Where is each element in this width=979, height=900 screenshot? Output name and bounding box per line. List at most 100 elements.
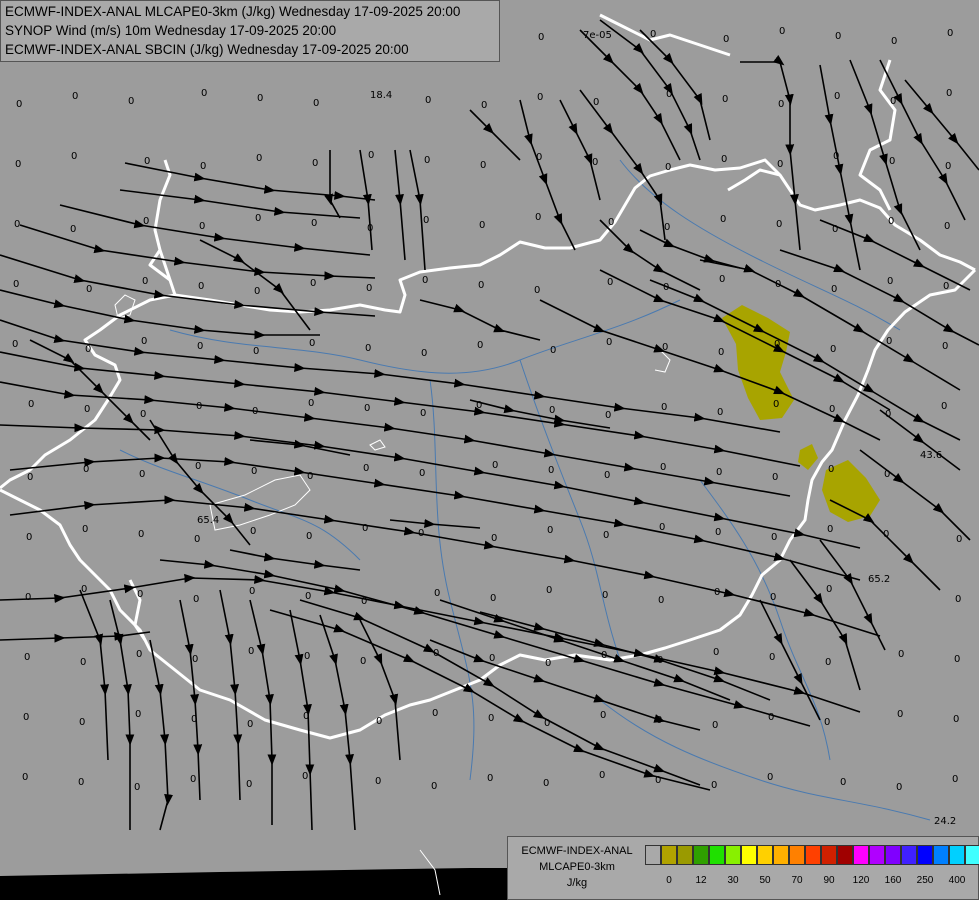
sbcin-value-label: 0 xyxy=(70,224,76,235)
sbcin-value-label: 0 xyxy=(254,286,260,297)
sbcin-value-label: 0 xyxy=(431,781,437,792)
sbcin-value-label: 0 xyxy=(365,343,371,354)
sbcin-value-label: 0 xyxy=(23,712,29,723)
sbcin-value-label: 0 xyxy=(197,341,203,352)
sbcin-value-label: 0 xyxy=(247,719,253,730)
sbcin-value-label: 0 xyxy=(12,339,18,350)
sbcin-value-label: 0 xyxy=(490,593,496,604)
sbcin-value-label: 24.2 xyxy=(934,816,956,827)
sbcin-value-label: 0 xyxy=(941,401,947,412)
legend-swatch xyxy=(709,845,725,865)
sbcin-value-label: 0 xyxy=(434,588,440,599)
sbcin-value-label: 0 xyxy=(767,772,773,783)
sbcin-value-label: 0 xyxy=(825,657,831,668)
sbcin-value-label: 0 xyxy=(840,777,846,788)
sbcin-value-label: 0 xyxy=(834,91,840,102)
sbcin-value-label: 0 xyxy=(420,408,426,419)
sbcin-value-label: 0 xyxy=(421,348,427,359)
sbcin-value-label: 0 xyxy=(662,342,668,353)
sbcin-value-label: 0 xyxy=(535,212,541,223)
sbcin-value-label: 0 xyxy=(655,775,661,786)
sbcin-value-label: 0 xyxy=(81,584,87,595)
sbcin-value-label: 0 xyxy=(955,594,961,605)
sbcin-value-label: 0 xyxy=(144,156,150,167)
sbcin-value-label: 0 xyxy=(362,523,368,534)
sbcin-value-label: 0 xyxy=(775,279,781,290)
sbcin-value-label: 0 xyxy=(24,652,30,663)
sbcin-value-label: 0 xyxy=(200,161,206,172)
sbcin-value-label: 0 xyxy=(248,646,254,657)
sbcin-value-label: 0 xyxy=(944,221,950,232)
sbcin-value-label: 0 xyxy=(424,155,430,166)
sbcin-value-label: 0 xyxy=(824,717,830,728)
sbcin-value-label: 0 xyxy=(774,339,780,350)
sbcin-value-label: 0 xyxy=(192,654,198,665)
sbcin-value-label: 0 xyxy=(361,596,367,607)
sbcin-value-label: 0 xyxy=(140,409,146,420)
sbcin-value-label: 0 xyxy=(492,460,498,471)
legend-swatch xyxy=(901,845,917,865)
sbcin-value-label: 0 xyxy=(828,464,834,475)
sbcin-value-label: 0 xyxy=(307,471,313,482)
sbcin-value-label: 0 xyxy=(82,524,88,535)
sbcin-value-label: 0 xyxy=(309,338,315,349)
sbcin-value-label: 0 xyxy=(190,774,196,785)
sbcin-value-label: 0 xyxy=(25,592,31,603)
sbcin-value-label: 0 xyxy=(360,656,366,667)
sbcin-value-label: 0 xyxy=(666,89,672,100)
sbcin-value-label: 0 xyxy=(143,216,149,227)
sbcin-value-label: 0 xyxy=(15,159,21,170)
sbcin-value-label: 0 xyxy=(718,347,724,358)
sbcin-value-label: 0 xyxy=(423,215,429,226)
sbcin-value-label: 0 xyxy=(14,219,20,230)
sbcin-value-label: 0 xyxy=(890,96,896,107)
sbcin-value-label: 0 xyxy=(826,584,832,595)
sbcin-value-label: 0 xyxy=(713,647,719,658)
sbcin-value-label: 0 xyxy=(658,595,664,606)
legend-tick-label: 12 xyxy=(695,875,707,886)
legend-swatch xyxy=(821,845,837,865)
sbcin-value-label: 0 xyxy=(947,28,953,39)
sbcin-value-label: 0 xyxy=(891,36,897,47)
sbcin-value-label: 0 xyxy=(310,278,316,289)
sbcin-value-label: 0 xyxy=(546,585,552,596)
sbcin-value-label: 0 xyxy=(491,533,497,544)
sbcin-value-label: 0 xyxy=(142,276,148,287)
sbcin-value-label: 0 xyxy=(196,401,202,412)
legend-tick-label: 160 xyxy=(884,875,902,886)
title-synop-wind: SYNOP Wind (m/s) 10m Wednesday 17-09-202… xyxy=(5,23,337,38)
sbcin-value-label: 0 xyxy=(363,463,369,474)
sbcin-value-label: 0 xyxy=(657,655,663,666)
sbcin-value-label: 0 xyxy=(368,150,374,161)
sbcin-value-label: 0 xyxy=(253,346,259,357)
sbcin-value-label: 0 xyxy=(664,222,670,233)
sbcin-value-label: 43.6 xyxy=(920,450,942,461)
sbcin-value-label: 0 xyxy=(665,162,671,173)
sbcin-value-label: 0 xyxy=(952,774,958,785)
sbcin-value-label: 0 xyxy=(943,281,949,292)
sbcin-value-label: 0 xyxy=(543,778,549,789)
sbcin-value-label: 0 xyxy=(305,591,311,602)
sbcin-value-label: 0 xyxy=(604,470,610,481)
sbcin-value-label: 0 xyxy=(779,26,785,37)
sbcin-value-label: 0 xyxy=(422,275,428,286)
legend-swatch xyxy=(789,845,805,865)
sbcin-value-label: 0 xyxy=(599,770,605,781)
sbcin-value-label: 0 xyxy=(250,526,256,537)
sbcin-value-label: 0 xyxy=(832,224,838,235)
sbcin-value-label: 0 xyxy=(479,220,485,231)
sbcin-value-label: 0 xyxy=(887,276,893,287)
legend-tick-label: 120 xyxy=(852,875,870,886)
legend-swatch xyxy=(725,845,741,865)
legend-variable: MLCAPE0-3km xyxy=(539,861,615,873)
sbcin-value-label: 18.4 xyxy=(370,90,392,101)
sbcin-value-label: 0 xyxy=(606,337,612,348)
sbcin-value-label: 0 xyxy=(71,151,77,162)
sbcin-value-label: 0 xyxy=(480,160,486,171)
sbcin-value-label: 0 xyxy=(883,529,889,540)
sbcin-value-label: 0 xyxy=(661,402,667,413)
sbcin-value-label: 0 xyxy=(829,404,835,415)
legend-tick-label: 250 xyxy=(916,875,934,886)
sbcin-value-label: 0 xyxy=(886,336,892,347)
legend-tick-label: 70 xyxy=(791,875,803,886)
